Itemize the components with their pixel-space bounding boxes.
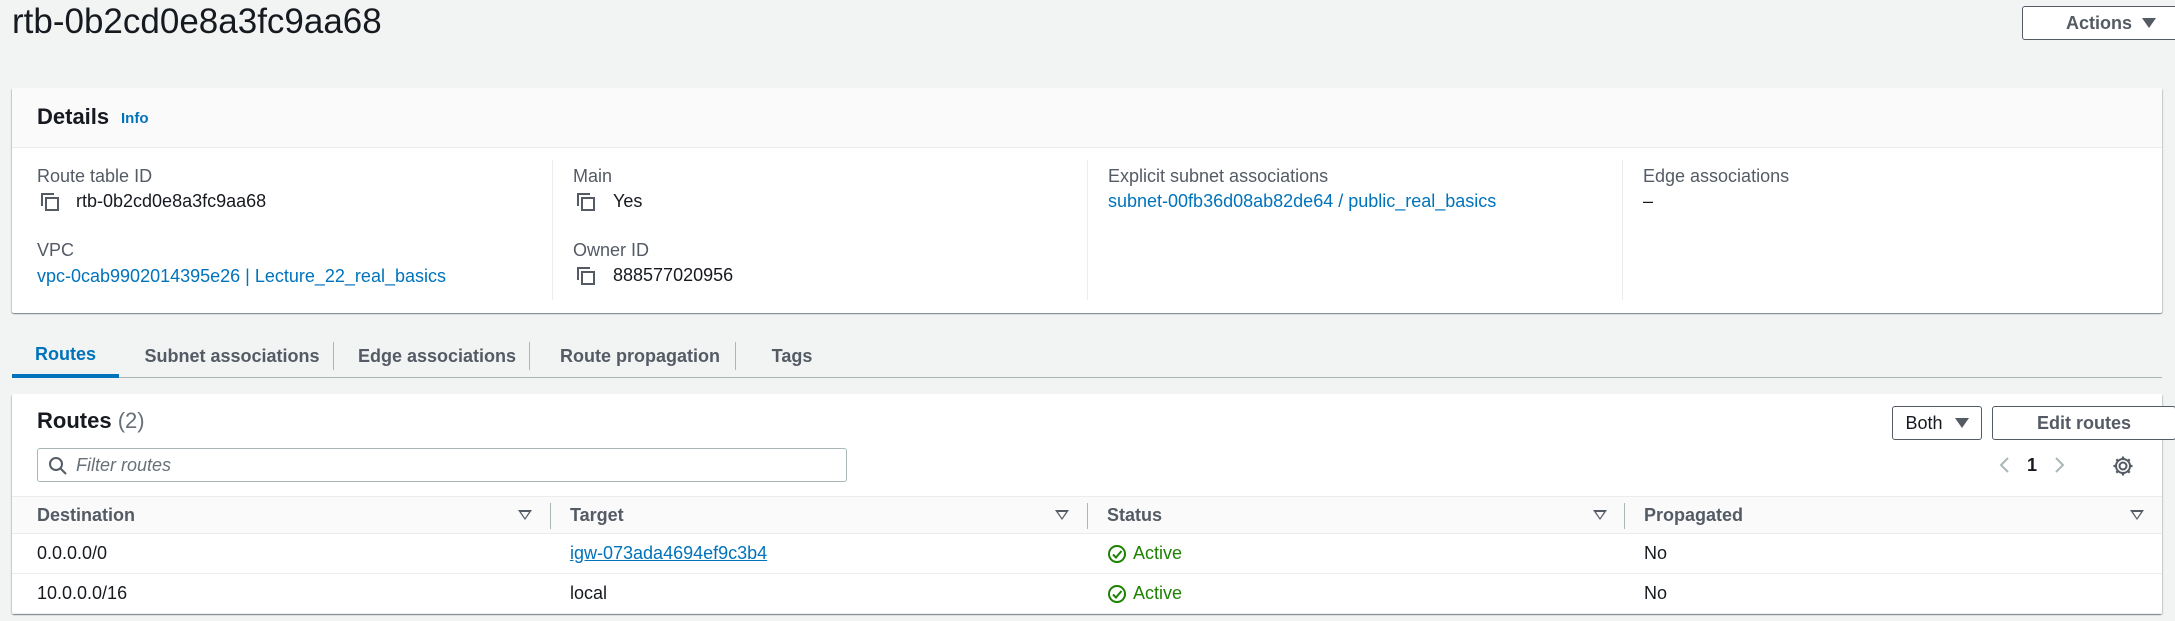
copy-icon[interactable] (40, 192, 60, 212)
edit-routes-button[interactable]: Edit routes (1992, 406, 2175, 440)
details-header: Details Info (12, 88, 2162, 148)
vpc-label: VPC (37, 240, 75, 260)
column-resizer[interactable] (1624, 503, 1625, 529)
tab-bar: Routes Subnet associations Edge associat… (12, 334, 2162, 378)
chevron-right-icon[interactable] (2051, 455, 2067, 475)
column-divider (552, 160, 553, 300)
column-resizer[interactable] (550, 503, 551, 529)
explicit-subnet-link[interactable]: subnet-00fb36d08ab82de64 / public_real_b… (1108, 191, 1496, 212)
table-row[interactable]: 10.0.0.0/16 local Active No (12, 574, 2162, 614)
page-title: rtb-0b2cd0e8a3fc9aa68 (12, 2, 382, 41)
actions-label: Actions (2065, 12, 2132, 33)
settings-gear-icon[interactable] (2112, 455, 2134, 477)
explicit-subnet-label: Explicit subnet associations (1108, 166, 1329, 186)
sort-icon[interactable] (1593, 510, 1607, 520)
target-link[interactable]: igw-073ada4694ef9c3b4 (570, 543, 767, 564)
tab-separator (735, 342, 736, 370)
table-row[interactable]: 0.0.0.0/0 igw-073ada4694ef9c3b4 Active N… (12, 534, 2162, 574)
both-dropdown[interactable]: Both (1892, 406, 1982, 440)
search-icon (49, 457, 67, 475)
info-link[interactable]: Info (121, 110, 149, 127)
routes-title-text: Routes (37, 408, 112, 433)
route-table-id-value: rtb-0b2cd0e8a3fc9aa68 (76, 191, 267, 211)
chevron-left-icon[interactable] (1997, 455, 2013, 475)
both-label: Both (1905, 412, 1943, 433)
edit-routes-label: Edit routes (2036, 412, 2131, 433)
copy-icon[interactable] (576, 266, 596, 286)
tab-tags[interactable]: Tags (747, 334, 837, 378)
column-divider (1622, 160, 1623, 300)
copy-icon[interactable] (576, 192, 596, 212)
sort-icon[interactable] (1055, 510, 1069, 520)
pagination: 1 (1997, 448, 2067, 482)
check-circle-icon (1108, 544, 1126, 563)
propagated-cell: No (1644, 543, 1668, 563)
tab-subnet-associations[interactable]: Subnet associations (119, 334, 345, 378)
route-table-id-label: Route table ID (37, 166, 153, 186)
column-header-destination[interactable]: Destination (37, 505, 135, 526)
column-header-status[interactable]: Status (1107, 505, 1162, 526)
tab-routes[interactable]: Routes (12, 334, 119, 378)
edge-associations-value: – (1643, 191, 1654, 211)
tab-separator (529, 342, 530, 370)
routes-title: Routes (2) (37, 408, 145, 434)
status-text: Active (1133, 583, 1183, 603)
vpc-link[interactable]: vpc-0cab9902014395e26 | Lecture_22_real_… (37, 266, 446, 287)
status-cell: Active (1107, 583, 1182, 604)
tab-edge-associations[interactable]: Edge associations (345, 334, 529, 378)
sort-icon[interactable] (2130, 510, 2144, 520)
actions-button[interactable]: Actions (2022, 6, 2175, 40)
column-header-propagated[interactable]: Propagated (1644, 505, 1743, 526)
tab-route-propagation[interactable]: Route propagation (540, 334, 740, 378)
owner-id-label: Owner ID (573, 240, 650, 260)
tab-separator (333, 342, 334, 370)
filter-routes-input[interactable] (76, 453, 836, 477)
page-number[interactable]: 1 (2027, 455, 2037, 476)
caret-down-icon (2142, 18, 2156, 28)
edge-associations-label: Edge associations (1643, 166, 1790, 186)
routes-panel: Routes (2) Both Edit routes 1 Destinatio… (12, 394, 2175, 614)
routes-count: (2) (117, 408, 145, 433)
main-label: Main (573, 166, 613, 186)
status-text: Active (1133, 543, 1183, 563)
check-circle-icon (1108, 584, 1126, 603)
owner-id-value: 888577020956 (613, 265, 734, 285)
column-resizer[interactable] (1087, 503, 1088, 529)
details-panel: Details Info Route table ID rtb-0b2cd0e8… (12, 88, 2162, 313)
details-title: Details (37, 104, 110, 129)
main-value: Yes (613, 191, 643, 211)
destination-cell: 10.0.0.0/16 (37, 583, 128, 603)
column-divider (1087, 160, 1088, 300)
status-cell: Active (1107, 543, 1182, 564)
filter-routes-field[interactable] (37, 448, 847, 482)
target-cell: local (570, 583, 608, 603)
propagated-cell: No (1644, 583, 1668, 603)
column-header-target[interactable]: Target (570, 505, 624, 526)
caret-down-icon (1954, 418, 1969, 428)
sort-icon[interactable] (518, 510, 532, 520)
table-header: Destination Target Status Propagated (12, 496, 2162, 534)
destination-cell: 0.0.0.0/0 (37, 543, 108, 563)
